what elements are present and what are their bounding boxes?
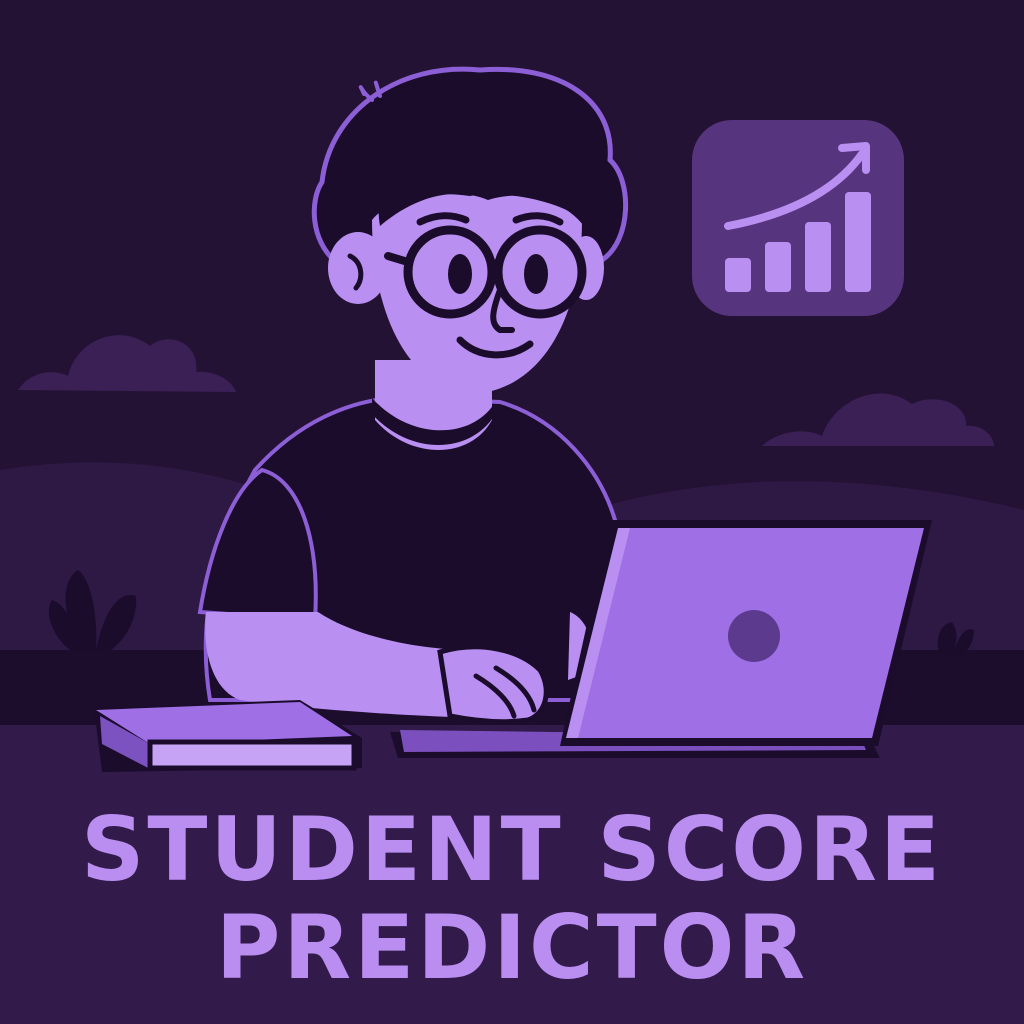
- app-scene: STUDENT SCORE PREDICTOR: [0, 0, 1024, 1024]
- laptop-logo: [728, 610, 780, 662]
- page-title-line-1: STUDENT SCORE: [81, 798, 943, 901]
- page-title-line-2: PREDICTOR: [215, 896, 809, 999]
- growth-chart-icon: [692, 120, 904, 316]
